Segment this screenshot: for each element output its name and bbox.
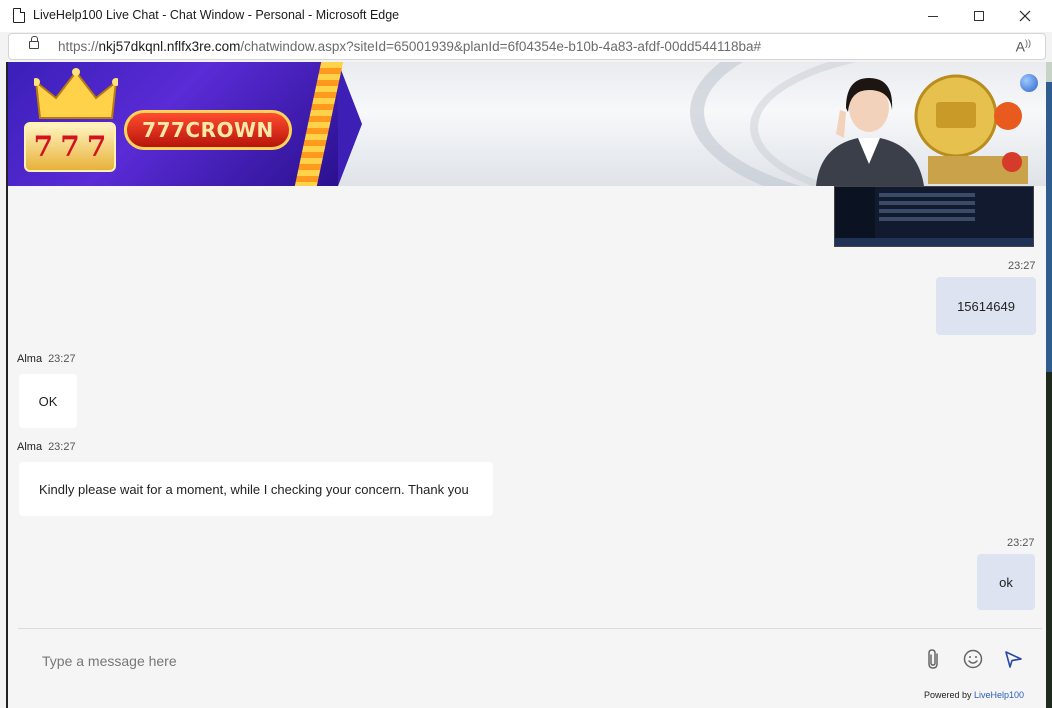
brand-banner: 7 7 7 777CROWN bbox=[8, 62, 1048, 186]
thumb-taskbar bbox=[835, 238, 1033, 246]
url-host: nkj57dkqnl.nflfx3re.com bbox=[98, 39, 241, 54]
agent-name: Alma bbox=[17, 441, 43, 453]
message-time: 23:27 bbox=[1007, 537, 1035, 549]
thumb-row bbox=[879, 209, 975, 213]
message-meta: Alma 23:27 bbox=[17, 353, 76, 365]
background-window-edge bbox=[1046, 62, 1052, 82]
lock-icon bbox=[29, 36, 39, 49]
agent-name: Alma bbox=[17, 353, 43, 365]
incoming-message: Kindly please wait for a moment, while I… bbox=[19, 462, 493, 516]
emoji-button[interactable] bbox=[960, 646, 986, 672]
thumb-row bbox=[879, 217, 975, 221]
title-bar: LiveHelp100 Live Chat - Chat Window - Pe… bbox=[0, 0, 1052, 32]
background-window-edge bbox=[1046, 372, 1052, 708]
attach-icon bbox=[928, 649, 938, 669]
slot-digit: 7 bbox=[86, 130, 107, 163]
url-text[interactable]: https://nkj57dkqnl.nflfx3re.com/chatwind… bbox=[58, 39, 761, 54]
emoji-icon bbox=[963, 649, 983, 669]
send-icon bbox=[1005, 651, 1022, 668]
message-text: 15614649 bbox=[957, 298, 1015, 314]
send-button[interactable] bbox=[1000, 646, 1026, 672]
message-text: ok bbox=[999, 574, 1013, 590]
maximize-button[interactable] bbox=[956, 0, 1002, 32]
url-prefix: https:// bbox=[58, 39, 99, 54]
background-window-edge bbox=[1046, 82, 1052, 372]
url-path: /chatwindow.aspx?siteId=65001939&planId=… bbox=[240, 39, 762, 54]
attach-button[interactable] bbox=[920, 646, 946, 672]
brand-logo: 777CROWN bbox=[124, 110, 292, 150]
brand-name: 777CROWN bbox=[142, 118, 274, 142]
minimize-icon bbox=[928, 15, 938, 17]
message-time: 23:27 bbox=[1008, 260, 1036, 272]
slot-digit: 7 bbox=[33, 130, 54, 163]
powered-link[interactable]: LiveHelp100 bbox=[974, 690, 1024, 700]
minimize-button[interactable] bbox=[910, 0, 956, 32]
powered-label: Powered by bbox=[924, 690, 975, 700]
slot-digit: 7 bbox=[60, 130, 80, 163]
globe-icon bbox=[1020, 74, 1038, 92]
message-text: Kindly please wait for a moment, while I… bbox=[39, 481, 469, 497]
slot-logo: 7 7 7 bbox=[24, 122, 116, 172]
outgoing-message: 15614649 bbox=[936, 277, 1036, 335]
outgoing-message: ok bbox=[977, 554, 1035, 610]
incoming-message: OK bbox=[19, 374, 77, 428]
close-button[interactable] bbox=[1002, 0, 1048, 32]
read-aloud-icon[interactable]: A)) bbox=[1016, 38, 1031, 55]
maximize-icon bbox=[974, 11, 984, 21]
thumb-row bbox=[879, 201, 975, 205]
composer-divider bbox=[18, 628, 1042, 629]
close-icon bbox=[1019, 10, 1031, 22]
message-text: OK bbox=[38, 393, 58, 409]
powered-by: Powered by LiveHelp100 bbox=[924, 690, 1024, 700]
page-icon bbox=[13, 8, 25, 23]
thumb-row bbox=[879, 193, 975, 197]
crown-icon bbox=[34, 68, 118, 119]
window-title: LiveHelp100 Live Chat - Chat Window - Pe… bbox=[33, 8, 400, 22]
message-time: 23:27 bbox=[48, 353, 76, 365]
message-input[interactable] bbox=[42, 650, 742, 672]
coins-decoration bbox=[914, 74, 1028, 184]
message-meta: Alma 23:27 bbox=[17, 441, 76, 453]
address-bar[interactable]: https://nkj57dkqnl.nflfx3re.com/chatwind… bbox=[8, 33, 1046, 60]
image-attachment[interactable] bbox=[834, 186, 1034, 247]
message-time: 23:27 bbox=[48, 441, 76, 453]
chat-window: 7 7 7 777CROWN 23:27 15614649 Alma 23:27… bbox=[6, 62, 1052, 708]
